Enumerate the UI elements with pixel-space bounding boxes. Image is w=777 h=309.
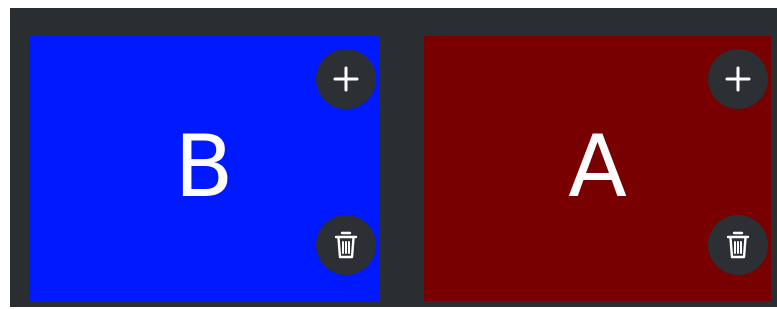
delete-button[interactable]: [708, 215, 768, 275]
plus-icon: [333, 66, 359, 92]
card-letter: A: [568, 117, 627, 217]
card-letter: B: [174, 117, 234, 217]
card-a[interactable]: A: [424, 36, 771, 301]
add-button[interactable]: [316, 49, 376, 109]
add-button[interactable]: [708, 49, 768, 109]
trash-icon: [334, 231, 358, 259]
card-b[interactable]: B: [29, 36, 379, 301]
trash-icon: [726, 231, 750, 259]
delete-button[interactable]: [316, 215, 376, 275]
plus-icon: [725, 66, 751, 92]
app-frame: B A: [0, 0, 777, 309]
cards-panel: B A: [10, 8, 777, 307]
